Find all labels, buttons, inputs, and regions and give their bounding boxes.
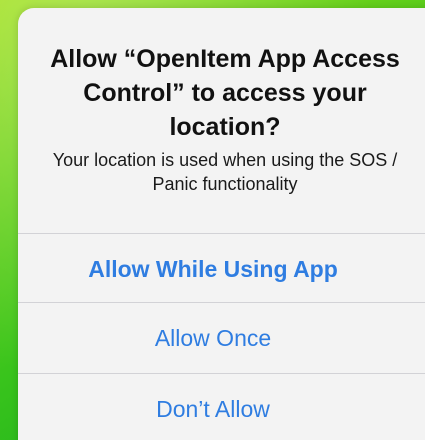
allow-while-using-app-label: Allow While Using App: [88, 256, 338, 282]
dont-allow-label: Don’t Allow: [156, 396, 270, 422]
allow-while-using-app-button[interactable]: Allow While Using App: [18, 233, 425, 303]
location-permission-alert: Allow “OpenItem App Access Control” to a…: [18, 8, 425, 440]
allow-once-label: Allow Once: [154, 325, 272, 351]
alert-content: Allow “OpenItem App Access Control” to a…: [18, 8, 425, 230]
alert-title: Allow “OpenItem App Access Control” to a…: [50, 45, 400, 141]
dont-allow-button[interactable]: Don’t Allow: [18, 373, 425, 440]
alert-message: Your location is used when using the SOS…: [52, 150, 398, 194]
allow-once-button[interactable]: Allow Once: [18, 302, 425, 372]
